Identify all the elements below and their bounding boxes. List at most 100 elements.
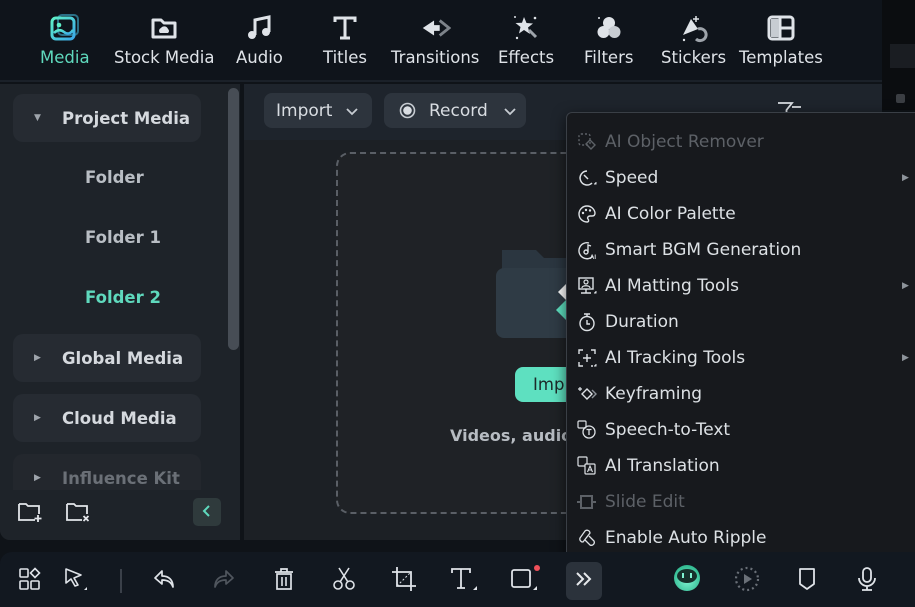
- text-tool-button[interactable]: [450, 567, 478, 595]
- layout-icon: [18, 567, 42, 595]
- menu-item-ai-translation[interactable]: AI Translation: [567, 448, 915, 484]
- section-label: Project Media: [62, 108, 191, 128]
- svg-text:AI: AI: [590, 255, 596, 260]
- tab-titles[interactable]: Titles: [323, 12, 367, 67]
- ai-assistant-icon: [672, 563, 702, 597]
- menu-item-speed[interactable]: Speed ▶: [567, 160, 915, 196]
- menu-item-duration[interactable]: Duration: [567, 304, 915, 340]
- tab-label: Templates: [739, 48, 823, 67]
- menu-item-ai-matting-tools[interactable]: AI Matting Tools ▶: [567, 268, 915, 304]
- layout-button[interactable]: [16, 567, 44, 595]
- menu-item-ai-object-remover[interactable]: AI Object Remover: [567, 124, 915, 160]
- menu-item-enable-auto-ripple[interactable]: Enable Auto Ripple: [567, 520, 915, 556]
- translation-icon: [567, 448, 605, 484]
- more-tools-button[interactable]: [566, 562, 602, 600]
- tab-stock-media[interactable]: Stock Media: [114, 12, 214, 67]
- more-tools-icon: [574, 571, 594, 591]
- stickers-icon: [678, 12, 710, 44]
- tab-stickers[interactable]: Stickers: [661, 12, 726, 67]
- chevron-left-icon: [201, 503, 213, 522]
- delete-folder-button[interactable]: [64, 500, 92, 528]
- toolbar-separator: [120, 569, 122, 593]
- render-preview-icon: [734, 566, 760, 596]
- tab-transitions[interactable]: Transitions: [391, 12, 479, 67]
- app-window: Media Stock Media Audio Titles Transitio…: [0, 0, 915, 607]
- import-dropdown[interactable]: Import: [264, 93, 372, 128]
- menu-item-label: Smart BGM Generation: [605, 240, 802, 260]
- menu-item-slide-edit[interactable]: Slide Edit: [567, 484, 915, 520]
- more-tools-menu: AI Object Remover Speed ▶ AI Color Palet…: [566, 112, 915, 565]
- render-preview-button[interactable]: [733, 566, 761, 596]
- redo-button[interactable]: [210, 567, 238, 595]
- tab-effects[interactable]: Effects: [498, 12, 554, 67]
- submenu-arrow-icon: ▶: [902, 173, 909, 183]
- tab-label: Stickers: [661, 48, 727, 67]
- voiceover-button[interactable]: [853, 567, 881, 595]
- media-library-panel: ▼ Project Media Folder Folder 1 Folder 2…: [0, 84, 240, 540]
- notification-dot: [534, 565, 540, 571]
- media-icon: [49, 12, 81, 44]
- caret-down-icon: ▼: [34, 113, 41, 123]
- redo-icon: [212, 568, 236, 594]
- ai-object-remover-icon: [567, 124, 605, 160]
- new-folder-button[interactable]: [16, 500, 44, 528]
- folder-item-active[interactable]: Folder 2: [85, 288, 161, 307]
- menu-item-label: AI Color Palette: [605, 204, 736, 224]
- shape-tool-button[interactable]: [510, 567, 538, 595]
- tab-label: Audio: [236, 48, 283, 67]
- undo-button[interactable]: [150, 567, 178, 595]
- section-global-media[interactable]: ▶ Global Media: [13, 334, 201, 382]
- chevron-down-icon: [346, 101, 359, 121]
- timeline-toolbar: [0, 552, 915, 607]
- delete-button[interactable]: [270, 567, 298, 595]
- tab-audio[interactable]: Audio: [236, 12, 283, 67]
- tab-bar-divider: [0, 80, 882, 82]
- section-label: Cloud Media: [62, 408, 177, 428]
- tab-label: Filters: [584, 48, 634, 67]
- tracking-icon: [567, 340, 605, 376]
- folder-item[interactable]: Folder: [85, 168, 144, 187]
- crop-button[interactable]: [390, 567, 418, 595]
- speed-icon: [567, 160, 605, 196]
- collapse-panel-button[interactable]: [193, 498, 221, 526]
- tab-filters[interactable]: Filters: [584, 12, 633, 67]
- menu-item-ai-tracking-tools[interactable]: AI Tracking Tools ▶: [567, 340, 915, 376]
- record-icon: [399, 102, 416, 119]
- import-label: Import: [276, 100, 333, 121]
- microphone-icon: [856, 566, 878, 596]
- split-button[interactable]: [330, 567, 358, 595]
- tab-templates[interactable]: Templates: [739, 12, 823, 67]
- matting-icon: [567, 268, 605, 304]
- import-button-label: Imp: [533, 375, 565, 394]
- panel-scrollbar[interactable]: [228, 88, 239, 350]
- caret-right-icon: ▶: [34, 413, 41, 423]
- menu-item-label: AI Tracking Tools: [605, 348, 746, 368]
- menu-item-keyframing[interactable]: Keyframing: [567, 376, 915, 412]
- section-label: Global Media: [62, 348, 184, 368]
- section-project-media[interactable]: ▼ Project Media: [13, 94, 201, 142]
- record-dropdown[interactable]: Record: [384, 93, 526, 128]
- ai-assistant-button[interactable]: [672, 565, 702, 595]
- tab-label: Media: [40, 48, 90, 67]
- select-tool-button[interactable]: [62, 567, 90, 595]
- slide-edit-icon: [567, 484, 605, 520]
- menu-item-speech-to-text[interactable]: Speech-to-Text: [567, 412, 915, 448]
- tab-label: Titles: [323, 48, 367, 67]
- folder-item[interactable]: Folder 1: [85, 228, 161, 247]
- auto-ripple-icon: [567, 520, 605, 556]
- section-cloud-media[interactable]: ▶ Cloud Media: [13, 394, 201, 442]
- smart-bgm-icon: AI: [567, 232, 605, 268]
- delete-icon: [273, 567, 295, 595]
- folder-label: Folder: [85, 168, 144, 187]
- menu-item-ai-color-palette[interactable]: AI Color Palette: [567, 196, 915, 232]
- tab-label: Transitions: [391, 48, 480, 67]
- stopwatch-icon: [567, 304, 605, 340]
- marker-button[interactable]: [793, 567, 821, 595]
- tab-media[interactable]: Media: [40, 12, 90, 67]
- transitions-icon: [419, 12, 452, 44]
- menu-item-label: Slide Edit: [605, 492, 685, 512]
- folder-label: Folder 2: [85, 288, 161, 307]
- menu-item-smart-bgm[interactable]: AI Smart BGM Generation: [567, 232, 915, 268]
- preview-panel-control[interactable]: [896, 94, 905, 103]
- templates-icon: [765, 12, 797, 44]
